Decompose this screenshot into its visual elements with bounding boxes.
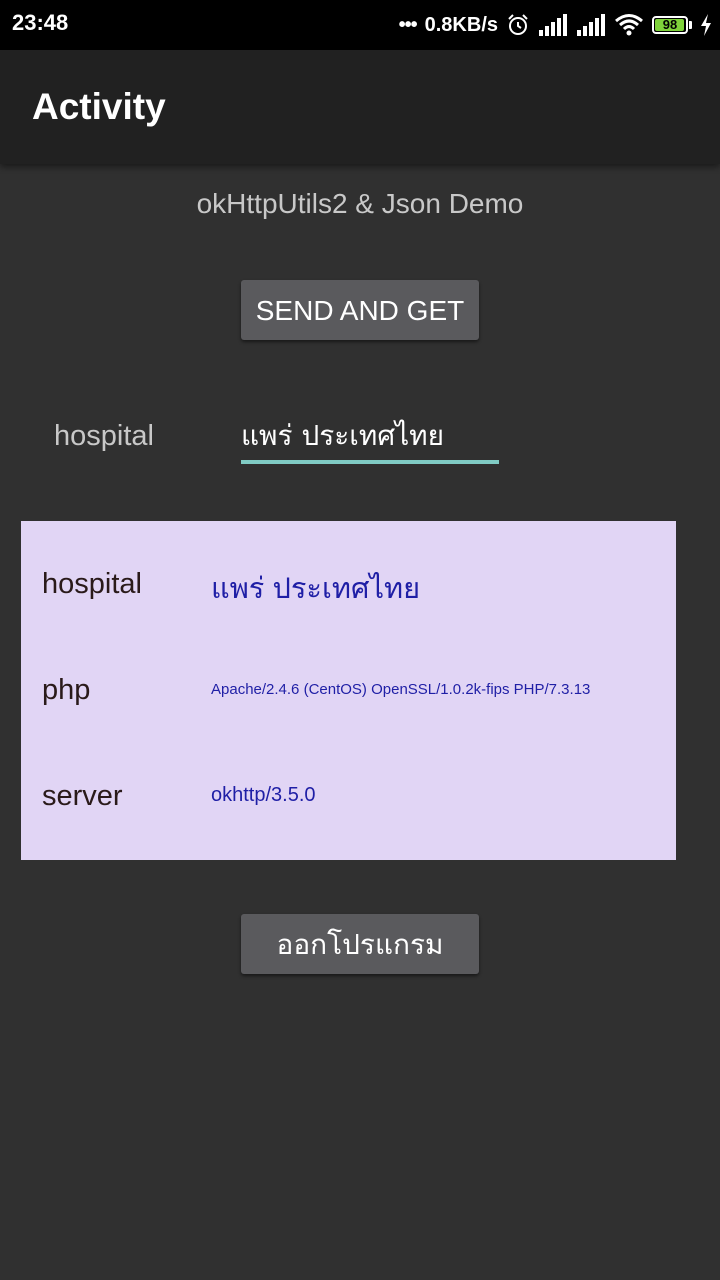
demo-title: okHttpUtils2 & Json Demo bbox=[196, 188, 524, 219]
alarm-icon bbox=[506, 13, 530, 37]
charging-icon bbox=[700, 14, 712, 36]
signal-icon bbox=[538, 14, 568, 36]
wifi-icon bbox=[614, 13, 644, 37]
exit-program-button[interactable]: ออกโปรแกรม bbox=[241, 914, 479, 974]
battery-level: 98 bbox=[662, 17, 678, 32]
result-key: hospital bbox=[42, 568, 142, 600]
result-key: server bbox=[42, 780, 123, 812]
status-time: 23:48 bbox=[12, 10, 69, 35]
hospital-label: hospital bbox=[54, 420, 154, 452]
result-value: okhttp/3.5.0 bbox=[211, 784, 316, 806]
battery-icon: 98 bbox=[652, 16, 692, 34]
result-value: แพร่ ประเทศไทย bbox=[211, 573, 421, 605]
app-bar: Activity bbox=[0, 50, 720, 164]
result-card: hospital แพร่ ประเทศไทย php Apache/2.4.6… bbox=[21, 521, 676, 860]
send-and-get-button[interactable]: SEND AND GET bbox=[241, 280, 479, 340]
result-key: php bbox=[42, 674, 91, 706]
hospital-input[interactable] bbox=[241, 412, 499, 464]
app-title: Activity bbox=[32, 86, 166, 127]
status-bar: 23:48 ••• 0.8KB/s 98 bbox=[0, 0, 720, 50]
network-speed: 0.8KB/s bbox=[424, 13, 498, 36]
result-value: Apache/2.4.6 (CentOS) OpenSSL/1.0.2k-fip… bbox=[211, 681, 591, 698]
status-icons: ••• 0.8KB/s 98 bbox=[399, 8, 712, 42]
notification-dots: ••• bbox=[398, 13, 418, 36]
signal-icon-secondary bbox=[576, 14, 606, 36]
